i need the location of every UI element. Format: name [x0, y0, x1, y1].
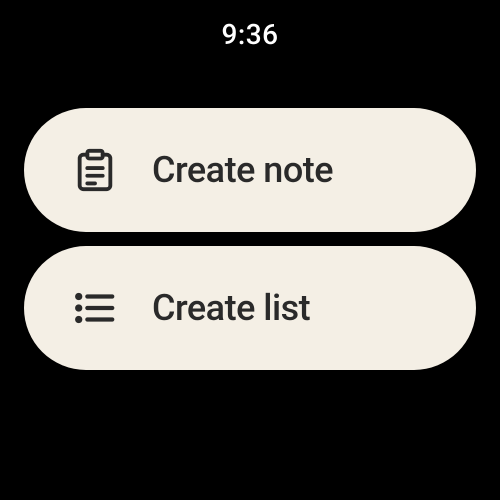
create-list-label: Create list [152, 287, 310, 329]
list-icon [72, 285, 118, 331]
create-list-button[interactable]: Create list [24, 246, 476, 370]
clock-time: 9:36 [221, 18, 278, 51]
create-note-label: Create note [152, 149, 333, 191]
create-note-button[interactable]: Create note [24, 108, 476, 232]
actions-container: Create note Create list [24, 108, 476, 370]
clipboard-icon [72, 147, 118, 193]
